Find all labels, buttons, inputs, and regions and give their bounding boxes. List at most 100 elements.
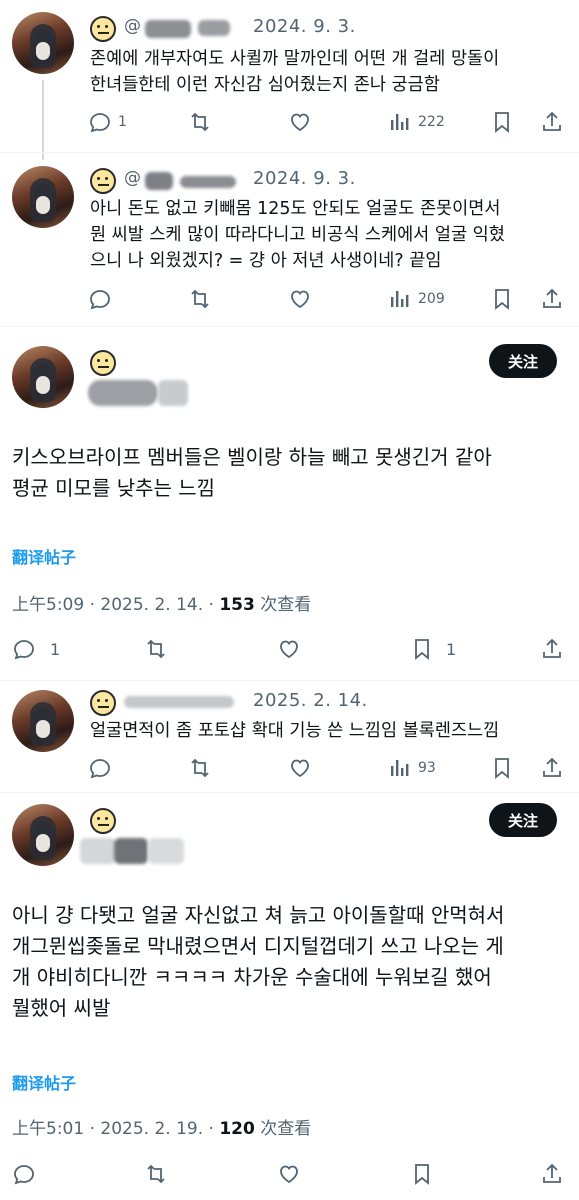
smiley-emoji-icon — [90, 808, 116, 834]
post-text: 아니 걍 다됏고 얼굴 자신없고 쳐 늙고 아이돌할때 안먹혀서 개그뮌씹좆돌로… — [12, 903, 505, 1020]
avatar[interactable] — [12, 12, 74, 74]
views-button[interactable]: 222 — [388, 110, 445, 134]
views-count: 222 — [418, 114, 445, 130]
views-count: 209 — [418, 291, 445, 307]
reply-count: 1 — [118, 114, 127, 130]
like-button[interactable] — [288, 110, 312, 134]
user-handle[interactable]: @ — [124, 16, 141, 36]
like-icon — [291, 759, 309, 778]
bookmark-icon — [415, 639, 429, 660]
avatar[interactable] — [12, 166, 74, 228]
share-icon — [543, 757, 561, 777]
share-icon — [543, 111, 561, 131]
reply-button[interactable] — [12, 1162, 36, 1186]
views-button[interactable]: 93 — [388, 756, 436, 780]
translate-post-link[interactable]: 翻译帖子 — [12, 544, 76, 568]
reply-icon — [90, 290, 110, 310]
share-button[interactable] — [540, 1162, 564, 1186]
reply-button[interactable]: 1 — [12, 637, 60, 661]
retweet-button[interactable] — [188, 110, 212, 134]
views-icon — [391, 114, 409, 130]
smiley-emoji-icon — [90, 16, 116, 42]
like-icon — [280, 640, 298, 659]
reply-button[interactable] — [88, 287, 112, 311]
bookmark-icon — [495, 289, 509, 310]
like-icon — [291, 113, 309, 132]
views-button[interactable]: 209 — [388, 287, 445, 311]
reply-button[interactable] — [88, 756, 112, 780]
blurred-username — [198, 20, 230, 36]
follow-button[interactable]: 关注 — [489, 803, 557, 837]
like-icon — [291, 290, 309, 309]
like-button[interactable] — [288, 287, 312, 311]
blurred-username — [88, 380, 158, 406]
reply-text: 존예에 개부자여도 사퀼까 말까인데 어떤 개 걸레 망돌이 한녀들한테 이런 … — [90, 49, 500, 95]
share-icon — [543, 1163, 561, 1183]
bookmark-button[interactable] — [490, 110, 514, 134]
avatar[interactable] — [12, 346, 74, 408]
bookmark-button[interactable] — [490, 287, 514, 311]
blurred-username — [158, 380, 188, 406]
like-button[interactable] — [277, 637, 301, 661]
divider — [0, 792, 579, 793]
post-meta: 上午5:09 · 2025. 2. 14. · 153 次查看 — [12, 590, 311, 615]
retweet-button[interactable] — [188, 287, 212, 311]
divider — [0, 152, 579, 153]
divider — [0, 680, 579, 681]
views-icon — [391, 291, 409, 307]
smiley-emoji-icon — [90, 350, 116, 376]
bookmark-button[interactable] — [490, 756, 514, 780]
avatar[interactable] — [12, 804, 74, 866]
views-icon — [391, 760, 409, 776]
bookmark-button[interactable] — [410, 1162, 434, 1186]
retweet-button[interactable] — [144, 637, 168, 661]
blurred-username — [148, 838, 184, 864]
thread-line — [42, 80, 44, 160]
bookmark-button[interactable]: 1 — [410, 637, 456, 661]
like-button[interactable] — [288, 756, 312, 780]
share-icon — [543, 638, 561, 658]
bookmark-count: 1 — [446, 639, 457, 659]
smiley-emoji-icon — [90, 168, 116, 194]
view-suffix: 次查看 — [254, 1119, 312, 1139]
share-button[interactable] — [540, 287, 564, 311]
blurred-username — [114, 838, 148, 864]
post-date: 2024. 9. 3. — [253, 16, 356, 37]
share-button[interactable] — [540, 756, 564, 780]
retweet-icon — [191, 112, 209, 132]
blurred-username — [145, 172, 173, 190]
post-time: 上午5:01 · 2025. 2. 19. · — [12, 1119, 220, 1139]
bookmark-icon — [415, 1164, 429, 1185]
translate-post-link[interactable]: 翻译帖子 — [12, 1070, 76, 1094]
share-button[interactable] — [540, 637, 564, 661]
blurred-username — [80, 838, 116, 864]
like-button[interactable] — [277, 1162, 301, 1186]
bookmark-icon — [495, 758, 509, 779]
reply-icon — [14, 1165, 34, 1185]
reply-icon — [90, 113, 110, 133]
like-icon — [280, 1165, 298, 1184]
post-meta: 上午5:01 · 2025. 2. 19. · 120 次查看 — [12, 1114, 311, 1139]
retweet-icon — [191, 289, 209, 309]
post-date: 2025. 2. 14. — [253, 690, 368, 711]
user-handle[interactable]: @ — [124, 168, 141, 188]
share-button[interactable] — [540, 110, 564, 134]
reply-button[interactable]: 1 — [88, 110, 127, 134]
blurred-username — [124, 696, 234, 708]
reply-count: 1 — [50, 639, 61, 659]
blurred-username — [180, 176, 236, 188]
reply-text: 아니 돈도 없고 키빼몸 125도 안되도 얼굴도 존못이면서 뭔 씨발 스케 … — [90, 199, 505, 271]
smiley-emoji-icon — [90, 690, 116, 716]
retweet-icon — [147, 639, 165, 659]
view-suffix: 次查看 — [254, 595, 312, 615]
share-icon — [543, 288, 561, 308]
follow-button[interactable]: 关注 — [489, 344, 557, 378]
divider — [0, 326, 579, 327]
post-time: 上午5:09 · 2025. 2. 14. · — [12, 595, 220, 615]
view-count: 153 — [219, 595, 255, 615]
retweet-icon — [191, 758, 209, 778]
views-count: 93 — [418, 760, 436, 776]
retweet-button[interactable] — [188, 756, 212, 780]
retweet-button[interactable] — [144, 1162, 168, 1186]
avatar[interactable] — [12, 690, 74, 752]
